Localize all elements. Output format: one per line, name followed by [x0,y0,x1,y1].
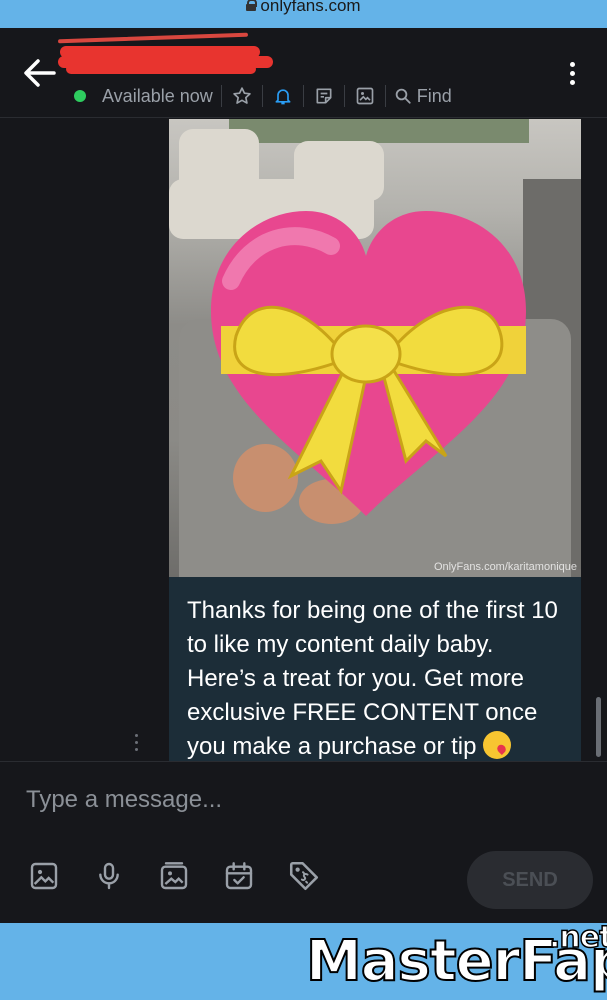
message-input[interactable] [26,782,566,818]
message-bubble[interactable]: Thanks for being one of the first 10 to … [169,577,581,761]
chat-header: Available now Find [0,28,607,118]
notes-button[interactable] [312,84,336,108]
availability-status: Available now [102,85,213,106]
composer-toolbar [26,858,322,894]
voice-message-button[interactable] [91,858,127,894]
message-options-button[interactable] [135,734,139,755]
calendar-check-icon [225,862,253,890]
status-row: Available now Find [74,84,452,108]
price-tag-icon [289,861,319,891]
bell-icon [275,89,291,105]
favorite-button[interactable] [230,84,254,108]
set-price-button[interactable] [286,858,322,894]
lock-icon [246,0,258,11]
back-arrow-icon [24,59,56,87]
search-icon [395,88,411,104]
browser-url-bar[interactable]: onlyfans.com [0,0,607,28]
image-icon [356,87,374,105]
send-button[interactable]: SEND [467,851,593,909]
message-photo[interactable]: OnlyFans.com/karitamonique [169,119,581,577]
media-gallery-button[interactable] [353,84,377,108]
scrollbar[interactable] [596,697,601,757]
sticky-note-icon [316,88,332,104]
kissing-face-emoji-icon [483,731,512,759]
back-button[interactable] [22,58,56,88]
heart-with-ribbon-sticker [211,211,526,516]
photo-watermark: OnlyFans.com/karitamonique [433,561,577,573]
message-composer: SEND [0,761,607,923]
car-window [229,119,529,143]
image-icon [30,862,58,890]
notifications-button[interactable] [271,84,295,108]
url-display[interactable]: onlyfans.com [246,0,361,16]
star-icon [233,87,251,104]
schedule-message-button[interactable] [221,858,257,894]
media-vault-button[interactable] [156,858,192,894]
media-vault-icon [160,862,188,890]
microphone-icon [99,862,119,890]
url-text: onlyfans.com [260,0,361,15]
site-watermark-banner: MasterFap .net [0,923,607,1000]
conversation-area[interactable]: OnlyFans.com/karitamonique Thanks for be… [0,119,607,761]
attach-image-button[interactable] [26,858,62,894]
brand-tld: .net [548,923,607,955]
online-status-dot [74,90,86,102]
more-options-button[interactable] [569,62,577,88]
redacted-username [57,32,278,78]
find-label: Find [416,85,452,106]
message-text: Thanks for being one of the first 10 to … [187,597,558,760]
find-button[interactable]: Find [394,86,452,107]
brand-logo: MasterFap .net [305,923,607,994]
